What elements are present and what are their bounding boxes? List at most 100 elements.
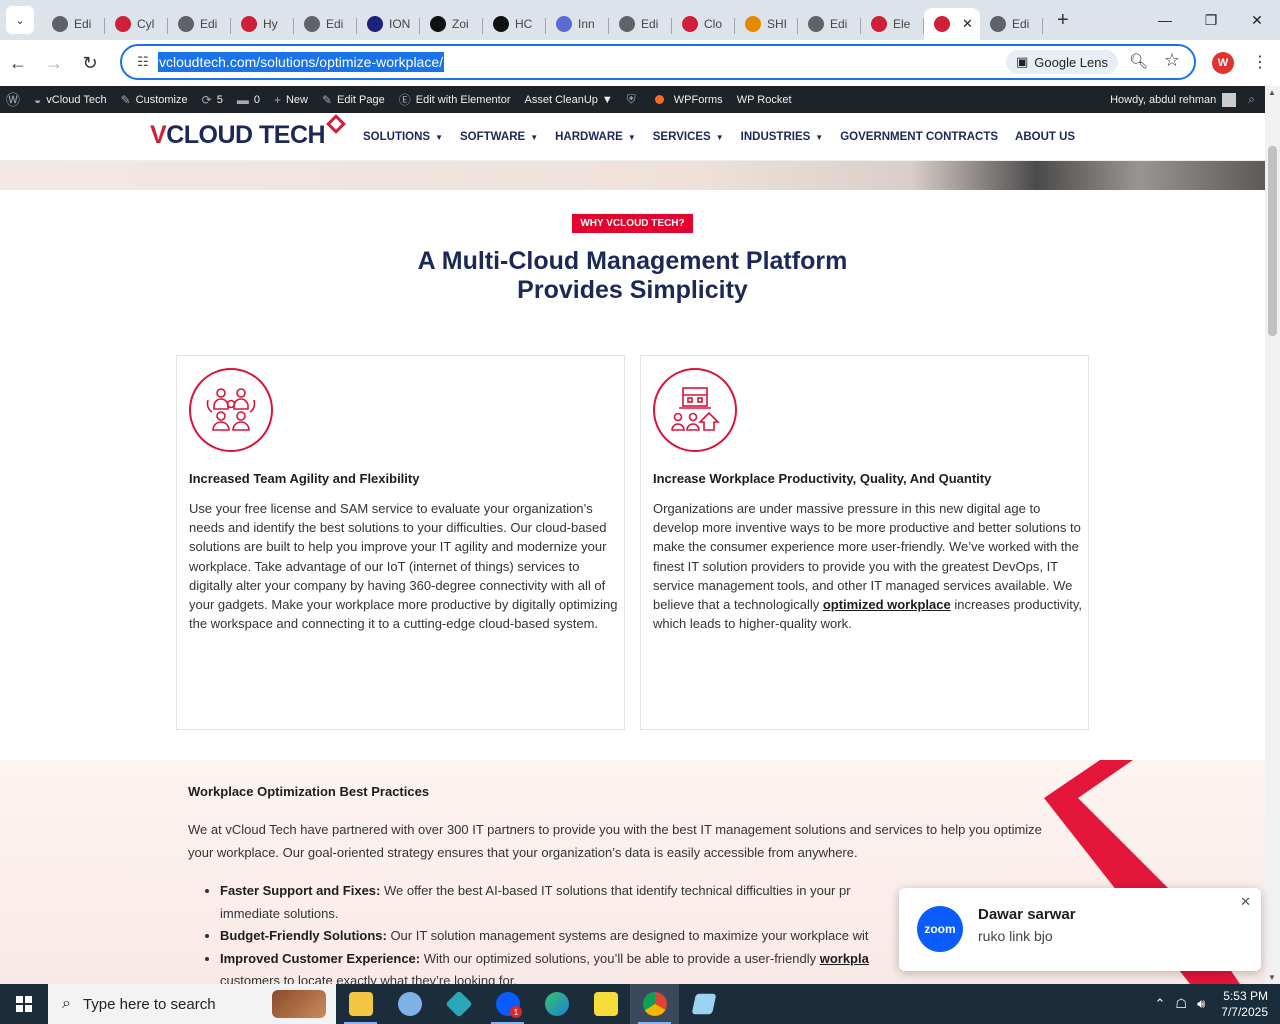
admin-wpforms[interactable]: WPForms (674, 94, 723, 106)
new-tab-button[interactable]: + (1057, 9, 1069, 32)
browser-tab[interactable]: Clo (672, 8, 735, 40)
tab-label: HC (515, 17, 533, 31)
admin-comments[interactable]: ▬ 0 (237, 93, 260, 107)
browser-tab[interactable]: Ele (861, 8, 924, 40)
section-heading: A Multi-Cloud Management Platform Provid… (417, 247, 848, 304)
admin-updates[interactable]: ⟳ 5 (202, 93, 223, 107)
browser-tab[interactable]: Edi (798, 8, 861, 40)
admin-shield[interactable]: ⛨ (627, 92, 641, 107)
restore-button[interactable]: ❐ (1188, 0, 1234, 40)
wordpress-logo-icon[interactable]: Ⓦ (6, 90, 20, 110)
network-icon[interactable]: ☖ (1175, 996, 1187, 1012)
browser-tab[interactable]: Hy (231, 8, 294, 40)
tab-label: Edi (641, 17, 659, 31)
minimize-button[interactable]: — (1142, 0, 1188, 40)
admin-site-name[interactable]: ◒ vCloud Tech (34, 93, 107, 107)
close-window-button[interactable]: ✕ (1234, 0, 1280, 40)
nav-item[interactable]: ABOUT US (1015, 131, 1075, 143)
feature-card-agility: Increased Team Agility and Flexibility U… (176, 355, 625, 730)
taskbar-search[interactable]: ⌕ Type here to search (48, 984, 336, 1024)
user-avatar[interactable] (1222, 92, 1237, 107)
forward-button[interactable]: → (36, 45, 72, 81)
tab-label: Hy (263, 17, 278, 31)
shield-icon: ⛨ (626, 92, 636, 106)
site-logo[interactable]: VCLOUD TECH (150, 121, 326, 150)
address-bar[interactable]: ☷ vcloudtech.com/solutions/optimize-work… (120, 44, 1196, 80)
admin-customize[interactable]: ✎ Customize (121, 93, 188, 107)
url-text[interactable]: vcloudtech.com/solutions/optimize-workpl… (158, 52, 445, 72)
nav-item[interactable]: SOLUTIONS ▼ (363, 131, 443, 143)
browser-tab[interactable]: Edi (980, 8, 1043, 40)
browser-tab[interactable]: Edi (168, 8, 231, 40)
zoom-notification[interactable]: zoom Dawar sarwar ruko link bjo ✕ (899, 888, 1261, 971)
site-info-icon[interactable]: ☷ (128, 54, 158, 70)
browser-tab[interactable]: Edi (42, 8, 105, 40)
browser-tab[interactable]: Edi (609, 8, 672, 40)
profile-avatar[interactable]: W (1212, 52, 1234, 74)
nav-item[interactable]: SOFTWARE ▼ (460, 131, 538, 143)
start-button[interactable] (0, 984, 48, 1024)
globe-favicon-icon (178, 16, 194, 32)
optimized-workplace-link[interactable]: optimized workplace (823, 597, 951, 612)
admin-wprocket[interactable]: WP Rocket (737, 94, 792, 106)
admin-elementor[interactable]: Ⓔ Edit with Elementor (399, 91, 511, 108)
globe-favicon-icon (52, 16, 68, 32)
taskbar-apps: 1 (336, 984, 728, 1024)
admin-edit-page[interactable]: ✎ Edit Page (322, 93, 385, 107)
scroll-down-arrow-icon[interactable]: ▼ (1268, 973, 1276, 982)
admin-asset-cleanup[interactable]: Asset CleanUp ▼ (525, 94, 613, 106)
nav-item[interactable]: INDUSTRIES ▼ (741, 131, 824, 143)
page-scrollbar[interactable]: ▲ ▼ (1265, 86, 1280, 984)
admin-new[interactable]: + New (274, 93, 308, 107)
file-explorer-app[interactable] (336, 984, 385, 1024)
howdy-text[interactable]: Howdy, abdul rehman (1110, 94, 1216, 106)
bookmark-star-icon[interactable]: ☆ (1164, 50, 1180, 71)
openai-favicon-icon (493, 16, 509, 32)
globe-favicon-icon (304, 16, 320, 32)
nav-item[interactable]: SERVICES ▼ (653, 131, 724, 143)
scroll-up-arrow-icon[interactable]: ▲ (1268, 88, 1276, 97)
tray-overflow-icon[interactable]: ⌃ (1155, 996, 1166, 1012)
chrome-app[interactable] (630, 984, 679, 1024)
google-lens-button[interactable]: ▣ Google Lens (1005, 50, 1118, 74)
sticky-notes-app[interactable] (581, 984, 630, 1024)
section2-paragraph: We at vCloud Tech have partnered with ov… (188, 822, 1042, 860)
paint-app[interactable] (385, 984, 434, 1024)
workplace-link[interactable]: workpla (820, 951, 869, 966)
admin-search-icon[interactable]: ⌕ (1248, 92, 1255, 107)
browser-tab[interactable]: HC (483, 8, 546, 40)
edge-app[interactable] (532, 984, 581, 1024)
tab-search-button[interactable]: ⌄ (6, 6, 34, 34)
tab-label: Zoi (452, 17, 469, 31)
vcloud-favicon-icon (115, 16, 131, 32)
reload-button[interactable]: ↻ (72, 45, 108, 81)
site-header: VCLOUD TECH SOLUTIONS ▼ SOFTWARE ▼ HARDWARE ▼… (0, 113, 1265, 161)
funnel-icon: ▼ (601, 93, 613, 106)
volume-icon[interactable]: 🔊︎ (1197, 996, 1205, 1012)
browser-tab[interactable]: Edi (294, 8, 357, 40)
updates-icon: ⟳ (201, 92, 212, 107)
browser-tab[interactable]: Inn (546, 8, 609, 40)
app-diamond[interactable] (434, 984, 483, 1024)
tab-label: Edi (326, 17, 344, 31)
brush-icon: ✎ (120, 92, 131, 107)
app-notepad[interactable] (679, 984, 728, 1024)
zoom-icon[interactable]: 🔍︎ (1129, 52, 1148, 70)
browser-tab[interactable]: ✕ (924, 8, 980, 40)
nav-item[interactable]: GOVERNMENT CONTRACTS (840, 131, 998, 143)
browser-tab[interactable]: SHI (735, 8, 798, 40)
close-tab-icon[interactable]: ✕ (962, 16, 973, 32)
scroll-thumb[interactable] (1268, 146, 1277, 336)
nav-item[interactable]: HARDWARE ▼ (555, 131, 636, 143)
clock[interactable]: 5:53 PM 7/7/2025 (1221, 988, 1268, 1020)
browser-menu-icon[interactable]: ⋮ (1252, 52, 1268, 72)
globe-favicon-icon (619, 16, 635, 32)
back-button[interactable]: ← (0, 45, 36, 81)
browser-tab[interactable]: ION (357, 8, 420, 40)
zoom-app[interactable]: 1 (483, 984, 532, 1024)
browser-tab[interactable]: Zoi (420, 8, 483, 40)
ring-favicon-icon (745, 16, 761, 32)
browser-tab[interactable]: Cyl (105, 8, 168, 40)
comment-icon: ▬ (236, 92, 249, 107)
close-notification-icon[interactable]: ✕ (1240, 894, 1251, 910)
